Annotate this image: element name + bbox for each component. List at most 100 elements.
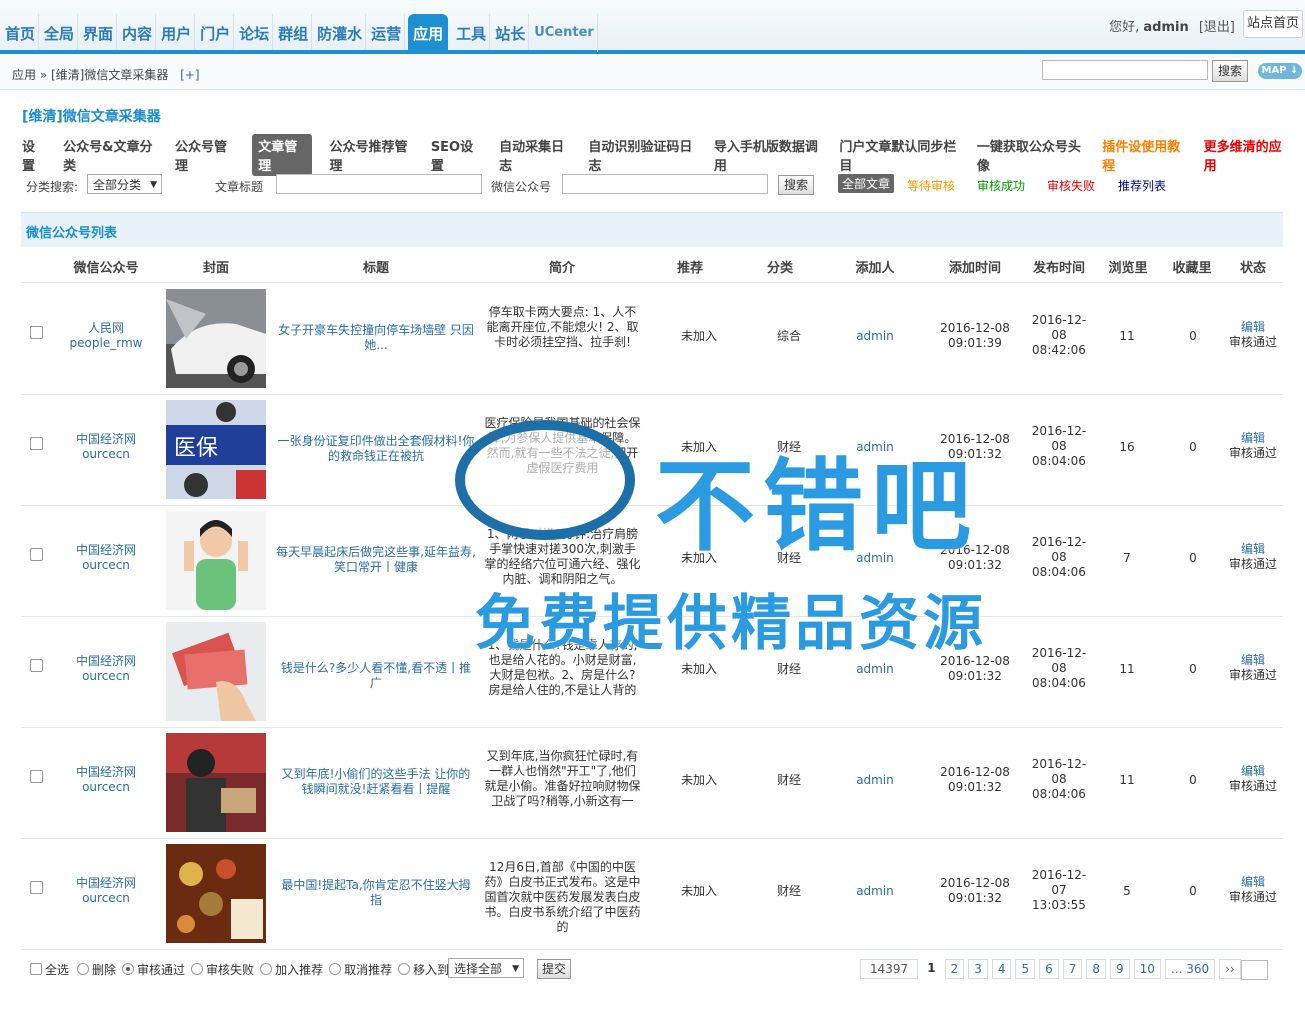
article-title-link[interactable]: 钱是什么?多少人看不懂,看不透丨推广	[276, 661, 476, 691]
account-link[interactable]: 中国经济网 ourcecn	[66, 876, 146, 906]
nav-item[interactable]: 全局	[39, 14, 79, 50]
edit-link[interactable]: 编辑	[1218, 431, 1288, 446]
radio-button[interactable]	[260, 963, 273, 975]
site-home-button[interactable]: 站点首页	[1243, 10, 1303, 38]
tab-item[interactable]: 更多维清的应用	[1204, 134, 1288, 176]
row-checkbox[interactable]	[30, 326, 43, 339]
account-name[interactable]: 人民网	[66, 321, 146, 336]
tab-item[interactable]: SEO设置	[431, 134, 482, 176]
radio-button[interactable]	[398, 963, 411, 975]
account-link[interactable]: 中国经济网 ourcecn	[66, 543, 146, 573]
account-name[interactable]: 中国经济网	[66, 654, 146, 669]
edit-link[interactable]: 编辑	[1218, 875, 1288, 890]
tab-item[interactable]: 设置	[22, 134, 46, 176]
status-all-link[interactable]: 全部文章	[838, 174, 895, 193]
status-failed-link[interactable]: 审核失败	[1047, 177, 1095, 194]
account-id[interactable]: ourcecn	[66, 891, 146, 906]
account-name[interactable]: 中国经济网	[66, 543, 146, 558]
radio-button[interactable]	[77, 963, 90, 975]
page-link[interactable]: ››	[1219, 959, 1241, 979]
adder-link[interactable]: admin	[850, 662, 900, 677]
page-jump-input[interactable]	[1241, 960, 1268, 980]
tab-item[interactable]: 公众号管理	[175, 134, 235, 176]
page-link[interactable]: 3	[968, 959, 988, 979]
article-title-link[interactable]: 又到年底!小偷们的这些手法 让你的钱瞬间就没!赶紧看看丨提醒	[276, 767, 476, 797]
adder-link[interactable]: admin	[850, 884, 900, 899]
edit-link[interactable]: 编辑	[1218, 542, 1288, 557]
nav-item[interactable]: 内容	[117, 14, 157, 50]
tab-item[interactable]: 一键获取公众号头像	[977, 134, 1085, 176]
account-link[interactable]: 中国经济网 ourcecn	[66, 654, 146, 684]
page-link[interactable]: 5	[1015, 959, 1036, 979]
filter-search-button[interactable]: 搜索	[778, 175, 814, 195]
nav-item[interactable]: 界面	[78, 14, 118, 50]
article-title-link[interactable]: 每天早晨起床后做完这些事,延年益寿,笑口常开丨健康	[276, 545, 476, 575]
row-checkbox[interactable]	[30, 437, 43, 450]
article-title-link[interactable]: 女子开豪车失控撞向停车场墙壁 只因她...	[276, 323, 476, 353]
account-name[interactable]: 中国经济网	[66, 432, 146, 447]
account-id[interactable]: ourcecn	[66, 780, 146, 795]
article-title-link[interactable]: 一张身份证复印件做出全套假材料!你的救命钱正在被抗	[276, 434, 476, 464]
logout-link[interactable]: [退出]	[1199, 20, 1235, 35]
bulk-option-1[interactable]: 审核通过	[122, 963, 185, 977]
nav-item[interactable]: 应用	[408, 14, 449, 50]
row-checkbox[interactable]	[30, 770, 43, 783]
tab-item[interactable]: 门户文章默认同步栏目	[839, 134, 960, 176]
edit-link[interactable]: 编辑	[1218, 320, 1288, 335]
nav-item[interactable]: 工具	[451, 14, 491, 50]
nav-item[interactable]: 群组	[273, 14, 313, 50]
account-id[interactable]: ourcecn	[66, 669, 146, 684]
tab-item[interactable]: 自动识别验证码日志	[588, 134, 696, 176]
top-search-input[interactable]	[1042, 60, 1208, 80]
row-checkbox[interactable]	[30, 548, 43, 561]
tab-item[interactable]: 文章管理	[252, 134, 313, 176]
nav-item[interactable]: 用户	[156, 14, 196, 50]
bulk-option-4[interactable]: 取消推荐	[329, 963, 392, 977]
map-button[interactable]: MAP ↓	[1258, 63, 1302, 79]
status-approved-link[interactable]: 审核成功	[977, 177, 1025, 194]
account-input[interactable]	[562, 174, 768, 194]
tab-item[interactable]: 公众号&文章分类	[63, 134, 158, 176]
status-pending-link[interactable]: 等待审核	[907, 177, 955, 194]
adder-link[interactable]: admin	[850, 773, 900, 788]
page-link[interactable]: ... 360	[1164, 959, 1216, 979]
adder-link[interactable]: admin	[850, 551, 900, 566]
bulk-option-3[interactable]: 加入推荐	[260, 963, 323, 977]
page-link[interactable]: 8	[1086, 959, 1107, 979]
checkbox[interactable]	[30, 963, 42, 975]
radio-button[interactable]	[191, 963, 204, 975]
move-to-select[interactable]: 选择全部 ▼	[448, 958, 524, 978]
nav-item[interactable]: 防灌水	[312, 14, 367, 50]
nav-item[interactable]: UCenter	[529, 14, 598, 52]
page-link[interactable]: 4	[991, 959, 1012, 979]
page-link[interactable]: 6	[1039, 959, 1059, 979]
tab-item[interactable]: 公众号推荐管理	[329, 134, 413, 176]
add-shortcut-link[interactable]: [+]	[180, 68, 199, 82]
submit-button[interactable]: 提交	[537, 959, 571, 979]
row-checkbox[interactable]	[30, 881, 43, 894]
nav-item[interactable]: 运营	[366, 14, 406, 50]
page-link[interactable]: 10	[1133, 959, 1161, 979]
account-link[interactable]: 中国经济网 ourcecn	[66, 432, 146, 462]
tab-item[interactable]: 导入手机版数据调用	[714, 134, 822, 176]
edit-link[interactable]: 编辑	[1218, 764, 1288, 779]
nav-item[interactable]: 站长	[490, 14, 530, 50]
bulk-option-2[interactable]: 审核失败	[191, 963, 254, 977]
nav-item[interactable]: 首页	[0, 14, 40, 50]
edit-link[interactable]: 编辑	[1218, 653, 1288, 668]
nav-item[interactable]: 论坛	[234, 14, 274, 50]
bulk-option-0[interactable]: 删除	[77, 963, 116, 977]
tab-item[interactable]: 自动采集日志	[499, 134, 571, 176]
account-id[interactable]: people_rmw	[66, 336, 146, 351]
row-checkbox[interactable]	[30, 659, 43, 672]
radio-button[interactable]	[122, 963, 135, 975]
select-all-checkbox[interactable]: 全选	[30, 963, 69, 977]
nav-item[interactable]: 门户	[195, 14, 235, 50]
category-select[interactable]: 全部分类 ▼	[87, 174, 162, 194]
account-link[interactable]: 中国经济网 ourcecn	[66, 765, 146, 795]
status-recommend-link[interactable]: 推荐列表	[1118, 177, 1166, 194]
account-name[interactable]: 中国经济网	[66, 765, 146, 780]
account-link[interactable]: 人民网 people_rmw	[66, 321, 146, 351]
page-link[interactable]: 7	[1062, 959, 1083, 979]
article-title-link[interactable]: 最中国!提起Ta,你肯定忍不住竖大拇指	[276, 878, 476, 908]
